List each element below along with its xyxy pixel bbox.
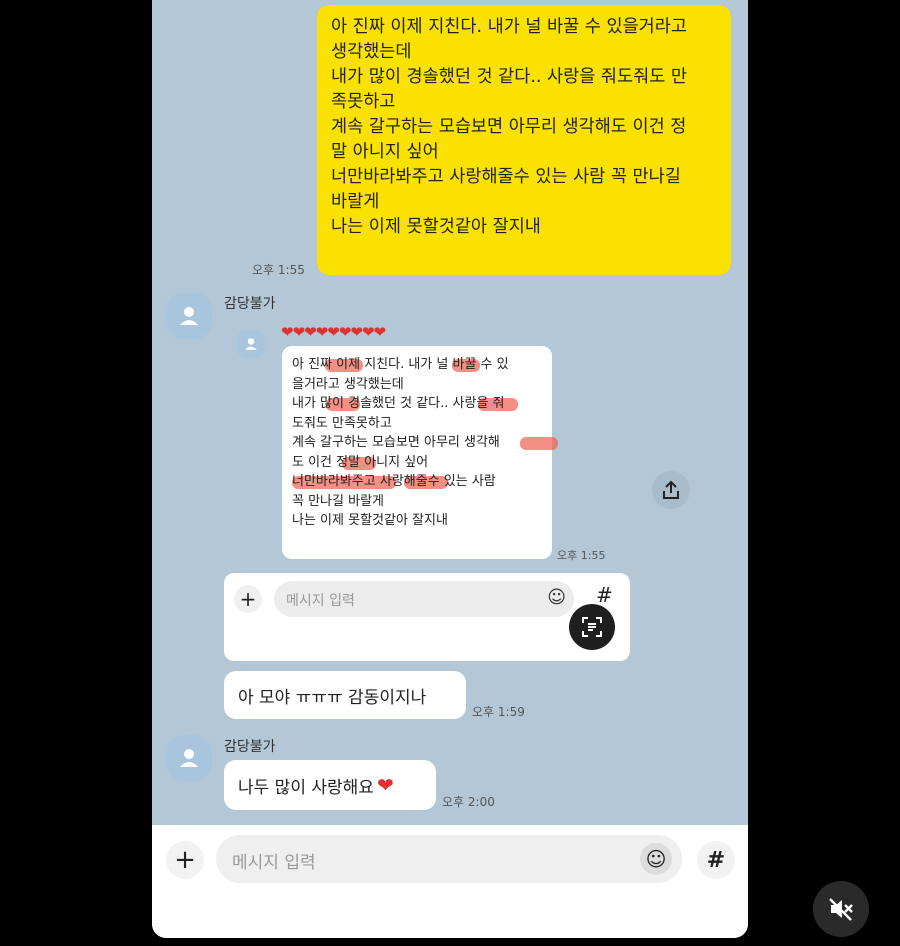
reply-time: 오후 1:59 <box>472 705 525 719</box>
scan-text-icon <box>582 617 602 637</box>
sent-line: 나는 이제 못할것같아 잘지내 <box>331 217 541 237</box>
sent-line: 내가 많이 경솔했던 것 같다.. 사랑을 줘도줘도 만 <box>331 67 687 87</box>
person-icon <box>180 749 198 767</box>
hash-icon: # <box>596 583 613 607</box>
quoted-line: 나는 이제 못할것같아 잘지내 <box>292 513 448 528</box>
sent-line: 계속 갈구하는 모습보면 아무리 생각해도 이건 정 <box>331 117 687 137</box>
mini-avatar <box>237 330 265 358</box>
reply-text: 아 모야 ㅠㅠㅠ 감동이지나 <box>238 687 427 708</box>
sent-line: 족못하고 <box>331 92 396 112</box>
quoted-time: 오후 1:55 <box>557 549 606 562</box>
quoted-screenshot-bubble[interactable]: 아 진짜 이제 지친다. 내가 널 바꿀 수 있 을거라고 생각했는데 내가 많… <box>282 346 558 559</box>
avatar[interactable] <box>166 735 212 781</box>
quoted-line: 도줘도 만족못하고 <box>292 415 392 431</box>
quoted-line: 도 이건 정말 아니지 싶어 <box>292 454 429 470</box>
muted-speaker-icon <box>829 898 853 921</box>
share-icon <box>663 480 679 499</box>
embedded-placeholder: 메시지 입력 <box>286 593 355 609</box>
person-icon <box>180 307 198 325</box>
heart-icon: ❤ <box>376 773 394 797</box>
received-time: 오후 2:00 <box>442 795 495 809</box>
chat-screen: 아 진짜 이제 지친다. 내가 널 바꿀 수 있을거라고 생각했는데 내가 많이… <box>152 0 748 938</box>
sender-name: 감당불가 <box>224 739 276 755</box>
sent-line: 아 진짜 이제 지친다. 내가 널 바꿀 수 있을거라고 <box>331 17 687 37</box>
input-bar: + 메시지 입력 ☺ # <box>152 825 748 938</box>
embedded-message-field: 메시지 입력 ☺ <box>274 581 574 617</box>
received-text: 나두 많이 사랑해요 <box>238 777 374 798</box>
plus-button[interactable]: + <box>166 841 204 879</box>
quoted-line: 아 진짜 이제 지친다. 내가 널 바꿀 수 있 <box>292 357 509 372</box>
sender-name: 감당불가 <box>224 296 276 312</box>
quoted-line: 내가 많이 경솔했던 것 같다.. 사랑을 줘 <box>292 394 542 414</box>
hash-button[interactable]: # <box>697 841 735 879</box>
person-icon <box>245 338 257 350</box>
embedded-input-card: + 메시지 입력 ☺ # <box>224 573 630 661</box>
mute-button[interactable] <box>813 881 869 937</box>
share-button[interactable] <box>652 471 690 509</box>
sent-line: 바랄게 <box>331 192 380 212</box>
scan-text-button[interactable] <box>569 604 615 650</box>
quoted-line: 꼭 만나길 바랄게 <box>292 493 384 509</box>
reply-bubble[interactable]: 아 모야 ㅠㅠㅠ 감동이지나 <box>224 671 466 719</box>
sent-line: 생각했는데 <box>331 42 412 62</box>
sent-time: 오후 1:55 <box>252 263 305 277</box>
quoted-line: 을거라고 생각했는데 <box>292 376 404 392</box>
received-bubble[interactable]: 나두 많이 사랑해요 ❤ <box>224 760 436 810</box>
hearts-row: ❤❤❤❤❤❤❤❤❤ <box>281 323 386 341</box>
message-placeholder: 메시지 입력 <box>232 853 316 873</box>
sent-line: 말 아니지 싶어 <box>331 142 439 162</box>
quoted-line: 계속 갈구하는 모습보면 아무리 생각해 <box>292 433 558 453</box>
embedded-plus-button: + <box>234 585 262 613</box>
smiley-icon: ☺ <box>645 847 667 871</box>
sent-line: 너만바라봐주고 사랑해줄수 있는 사람 꼭 만나길 <box>331 167 681 187</box>
message-input[interactable]: 메시지 입력 ☺ <box>216 835 682 883</box>
smiley-icon: ☺ <box>547 587 566 608</box>
highlight-mark <box>520 437 558 450</box>
emoji-button[interactable]: ☺ <box>640 843 672 875</box>
sent-message-bubble[interactable]: 아 진짜 이제 지친다. 내가 널 바꿀 수 있을거라고 생각했는데 내가 많이… <box>317 5 731 275</box>
quoted-line: 너만바라봐주고 사랑해줄수 있는 사람 <box>292 474 496 489</box>
avatar[interactable] <box>166 293 212 339</box>
